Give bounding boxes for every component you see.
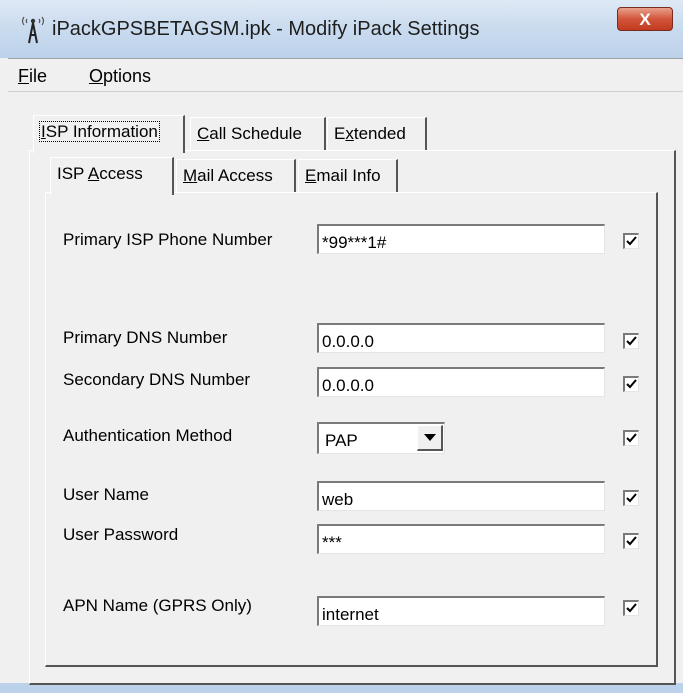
isp-access-panel: Primary ISP Phone Number Primary DNS Num…: [45, 192, 658, 667]
tab-isp-access-pre: ISP: [57, 164, 88, 183]
secondary-dns-checkbox[interactable]: [623, 376, 639, 392]
apn-name-checkbox[interactable]: [623, 600, 639, 616]
tab-call-schedule-hotkey: C: [197, 124, 210, 143]
tab-extended[interactable]: Extended: [327, 117, 427, 151]
user-password-input[interactable]: [317, 524, 605, 554]
user-name-label: User Name: [63, 485, 149, 504]
tab-extended-label: tended: [353, 124, 406, 143]
user-name-checkbox[interactable]: [623, 490, 639, 506]
auth-method-label: Authentication Method: [63, 426, 233, 445]
check-icon: [626, 379, 637, 389]
tab-isp-information[interactable]: ISP Information: [33, 115, 185, 153]
check-icon: [626, 336, 637, 346]
primary-isp-phone-checkbox[interactable]: [623, 233, 639, 249]
tab-extended-pre: E: [334, 124, 346, 143]
apn-name-label: APN Name (GPRS Only): [63, 596, 252, 615]
check-icon: [626, 603, 637, 613]
apn-name-input[interactable]: [317, 596, 605, 626]
tab-call-schedule[interactable]: Call Schedule: [190, 117, 326, 151]
tab-call-schedule-label: all Schedule: [209, 124, 302, 143]
menu-file[interactable]: File: [18, 66, 47, 87]
tab-email-info[interactable]: Email Info: [298, 159, 398, 193]
check-icon: [626, 236, 637, 246]
user-name-input[interactable]: [317, 481, 605, 511]
window-title: iPackGPSBETAGSM.ipk - Modify iPack Setti…: [52, 18, 480, 40]
tab-mail-access[interactable]: Mail Access: [176, 159, 296, 193]
close-icon: X: [639, 10, 651, 29]
primary-dns-input[interactable]: [317, 323, 605, 353]
tab-mail-access-label: ail Access: [197, 166, 273, 185]
tab-isp-access[interactable]: ISP Access: [50, 157, 174, 195]
auth-method-checkbox[interactable]: [623, 430, 639, 446]
close-button[interactable]: X: [617, 7, 673, 31]
antenna-icon: [18, 13, 48, 45]
menu-options-label: ptions: [103, 66, 152, 86]
auth-method-select[interactable]: PAP: [317, 422, 445, 454]
primary-isp-phone-input[interactable]: [317, 224, 605, 254]
dropdown-button[interactable]: [417, 425, 443, 451]
tab-isp-access-hotkey: A: [87, 164, 100, 183]
tab-mail-access-hotkey: M: [183, 166, 198, 185]
tab-extended-hotkey: x: [345, 124, 354, 143]
primary-isp-phone-label: Primary ISP Phone Number: [63, 230, 273, 249]
primary-dns-label: Primary DNS Number: [63, 328, 228, 347]
auth-method-value: PAP: [325, 431, 358, 450]
title-bar[interactable]: iPackGPSBETAGSM.ipk - Modify iPack Setti…: [0, 0, 683, 58]
check-icon: [626, 536, 637, 546]
check-icon: [626, 493, 637, 503]
tab-email-info-hotkey: E: [305, 166, 317, 185]
check-icon: [626, 433, 637, 443]
chevron-down-icon: [424, 434, 436, 441]
menu-file-label: ile: [29, 66, 48, 86]
primary-dns-checkbox[interactable]: [623, 333, 639, 349]
tab-isp-access-label: ccess: [99, 164, 143, 183]
menu-options[interactable]: Options: [89, 66, 151, 87]
secondary-dns-label: Secondary DNS Number: [63, 370, 251, 389]
menu-file-hotkey: F: [18, 66, 29, 86]
tab-isp-information-label: SP Information: [45, 122, 158, 141]
tab-email-info-label: mail Info: [316, 166, 381, 185]
secondary-dns-input[interactable]: [317, 367, 605, 397]
menu-options-hotkey: O: [89, 66, 104, 86]
user-password-label: User Password: [63, 525, 179, 544]
app-window: iPackGPSBETAGSM.ipk - Modify iPack Setti…: [0, 0, 683, 693]
menu-bar: File Options: [8, 58, 683, 92]
user-password-checkbox[interactable]: [623, 533, 639, 549]
